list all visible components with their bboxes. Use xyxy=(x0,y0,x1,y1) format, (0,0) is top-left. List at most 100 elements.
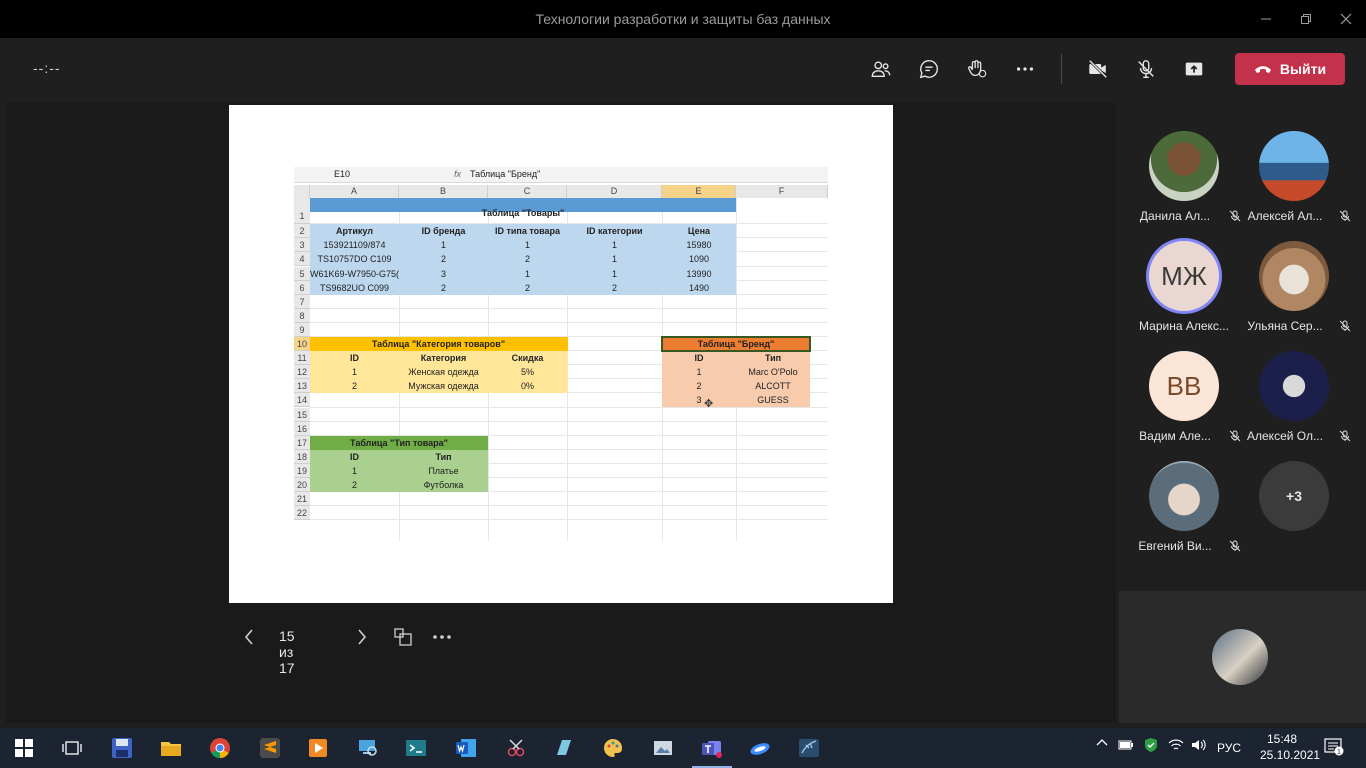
table-cell: GUESS xyxy=(757,395,789,406)
notification-count: 1 xyxy=(1337,749,1341,756)
taskbar-app[interactable] xyxy=(157,734,185,762)
row-header: 6 xyxy=(294,280,310,295)
previous-slide-button[interactable] xyxy=(234,620,264,654)
meeting-toolbar: --:-- Выйти xyxy=(0,38,1366,100)
next-slide-button[interactable] xyxy=(347,620,377,654)
share-screen-button[interactable] xyxy=(1179,54,1209,84)
taskbar-app[interactable] xyxy=(108,734,136,762)
more-participants-button[interactable]: +3 xyxy=(1239,461,1349,571)
notifications-button[interactable]: 1 xyxy=(1324,738,1344,759)
clock-time[interactable]: 15:48 xyxy=(1267,732,1297,746)
table-cell: 2 xyxy=(351,381,357,392)
row-header: 14 xyxy=(294,393,310,408)
maximize-button[interactable] xyxy=(1286,0,1326,38)
participant-tile[interactable]: ВВ Вадим Але... xyxy=(1129,351,1241,461)
participant-tile[interactable]: Алексей Ал... xyxy=(1239,131,1351,241)
security-tray-button[interactable] xyxy=(1144,737,1158,756)
taskbar-app[interactable] xyxy=(402,734,430,762)
participant-name: Вадим Але... xyxy=(1139,429,1211,443)
column-header: D xyxy=(567,185,662,198)
minimize-button[interactable] xyxy=(1246,0,1286,38)
row-header: 18 xyxy=(294,449,310,464)
sublime-text-icon xyxy=(260,738,280,758)
taskbar-app[interactable] xyxy=(502,734,530,762)
table-cell: 153921109/874 xyxy=(323,240,386,251)
table-cell: Категория xyxy=(420,353,467,364)
close-button[interactable] xyxy=(1326,0,1366,38)
table-cell: 1 xyxy=(440,240,446,251)
file-explorer-icon xyxy=(161,742,181,756)
table-cell: Тип xyxy=(435,451,452,462)
row-header: 9 xyxy=(294,322,310,337)
show-hidden-icons-button[interactable] xyxy=(1096,737,1108,752)
slide-view-button[interactable] xyxy=(388,620,418,654)
table-cell: Скидка xyxy=(511,353,544,364)
table-cell: ID xyxy=(694,353,704,364)
clock-date[interactable]: 25.10.2021 xyxy=(1260,748,1320,762)
taskbar-app[interactable] xyxy=(256,734,284,762)
more-actions-button[interactable] xyxy=(1010,54,1040,84)
camera-off-icon xyxy=(1088,59,1108,79)
media-player-icon xyxy=(309,739,327,757)
table-cell: Женская одежда xyxy=(408,367,479,378)
battery-icon xyxy=(1118,740,1133,750)
participant-tile[interactable]: Евгений Ви... xyxy=(1129,461,1241,571)
sql-workbench-icon xyxy=(799,739,819,757)
table-cell: 2 xyxy=(611,282,617,293)
taskbar-app-teams[interactable] xyxy=(692,734,732,768)
leave-label: Выйти xyxy=(1279,61,1327,77)
taskbar-app[interactable] xyxy=(795,734,823,762)
battery-tray-button[interactable] xyxy=(1118,739,1134,754)
taskbar-app[interactable] xyxy=(206,734,234,762)
task-view-icon xyxy=(62,741,82,755)
avatar: МЖ xyxy=(1149,241,1219,311)
self-avatar[interactable] xyxy=(1212,629,1268,685)
slide-more-button[interactable] xyxy=(427,620,457,654)
table-cell: 1 xyxy=(524,240,530,251)
leave-call-button[interactable]: Выйти xyxy=(1235,53,1345,85)
participants-button[interactable] xyxy=(866,54,896,84)
hang-up-icon xyxy=(1254,66,1271,73)
mic-off-icon xyxy=(1339,320,1351,332)
column-header: E xyxy=(662,185,736,198)
avatar xyxy=(1149,461,1219,531)
task-view-button[interactable] xyxy=(58,734,86,762)
participants-panel: Данила Ал... Алексей Ал... МЖ Марина Але… xyxy=(1119,103,1366,589)
call-timer: --:-- xyxy=(33,60,61,76)
input-language[interactable]: РУС xyxy=(1217,741,1241,755)
taskbar-app[interactable] xyxy=(452,734,480,762)
windows-taskbar: РУС 15:48 25.10.2021 1 xyxy=(0,728,1366,768)
chevron-up-icon xyxy=(1096,739,1108,746)
taskbar-app[interactable] xyxy=(354,734,382,762)
participant-tile[interactable]: Ульяна Сер... xyxy=(1239,241,1351,351)
taskbar-app[interactable] xyxy=(304,734,332,762)
table-cell: Таблица "Категория товаров" xyxy=(371,339,506,349)
volume-icon xyxy=(1192,739,1206,751)
excel-sheet-image: E10 fx Таблица "Бренд" A B C D E F 1 2 3 4 5 6 7 8 9 10… xyxy=(294,167,828,541)
formula-bar: E10 fx Таблица "Бренд" xyxy=(294,167,828,183)
close-icon xyxy=(1340,13,1352,25)
share-icon xyxy=(1185,62,1203,76)
mic-toggle-button[interactable] xyxy=(1131,54,1161,84)
participant-tile[interactable]: Данила Ал... xyxy=(1129,131,1241,241)
table-cell: ID xyxy=(350,353,359,364)
slide-counter: 15 из 17 xyxy=(279,628,295,676)
camera-toggle-button[interactable] xyxy=(1083,54,1113,84)
avatar xyxy=(1149,131,1219,201)
toolbar-separator xyxy=(1061,54,1062,84)
taskbar-app[interactable] xyxy=(599,734,627,762)
chat-button[interactable] xyxy=(914,54,944,84)
taskbar-app[interactable] xyxy=(550,734,578,762)
restore-icon xyxy=(1301,14,1311,24)
participant-tile[interactable]: МЖ Марина Алекс... xyxy=(1129,241,1239,351)
taskbar-app[interactable] xyxy=(746,734,774,762)
table-cell: Marc O'Polo xyxy=(748,367,798,378)
self-view xyxy=(1119,591,1366,723)
participant-tile[interactable]: Алексей Ол... xyxy=(1239,351,1351,461)
row-header: 12 xyxy=(294,365,310,380)
raise-hand-button[interactable] xyxy=(962,54,992,84)
volume-tray-button[interactable] xyxy=(1191,738,1207,755)
start-button[interactable] xyxy=(10,734,38,762)
network-tray-button[interactable] xyxy=(1168,738,1184,755)
taskbar-app[interactable] xyxy=(649,734,677,762)
